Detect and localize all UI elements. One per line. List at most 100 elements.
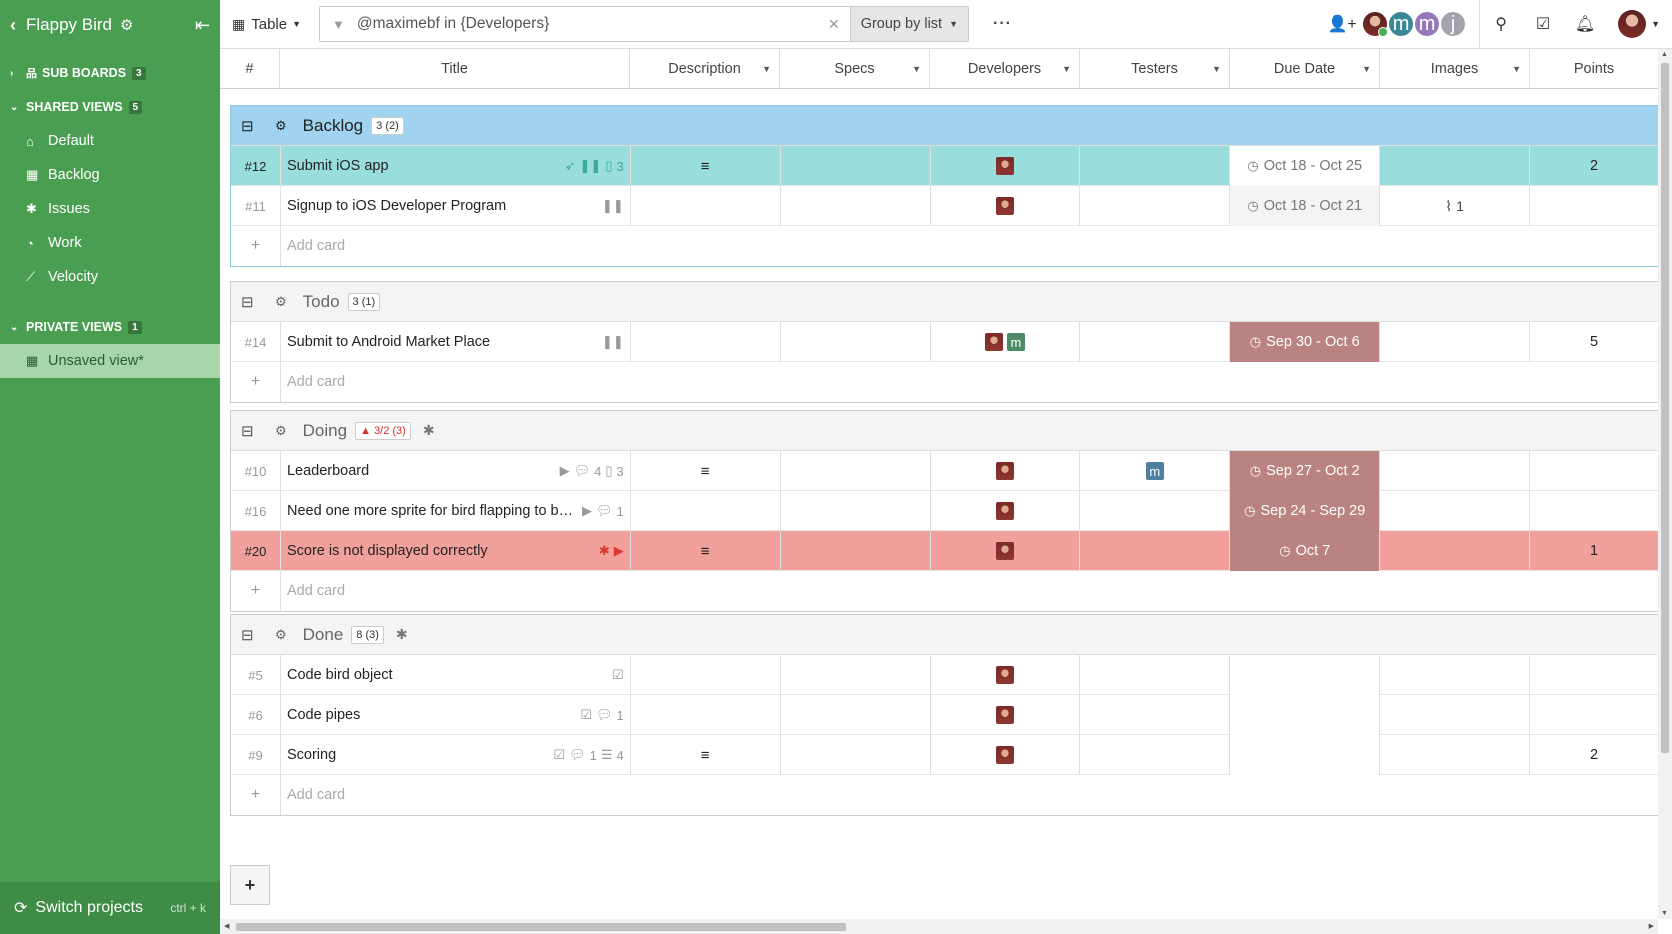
table-row[interactable]: #16 Need one more sprite for bird flappi…	[231, 491, 1658, 531]
testers-cell[interactable]	[1080, 491, 1231, 531]
table-row[interactable]: #11 Signup to iOS Developer Program ❚❚ ◷…	[231, 186, 1658, 226]
specs-cell[interactable]	[781, 186, 931, 226]
caret-down-icon[interactable]: ▼	[1062, 64, 1071, 74]
points-cell[interactable]	[1530, 491, 1658, 531]
description-cell[interactable]: ≡	[631, 531, 781, 571]
due-date-cell[interactable]: ◷ Sep 27 - Oct 2	[1230, 451, 1381, 491]
scroll-down-icon[interactable]: ▼	[1661, 910, 1668, 917]
images-cell[interactable]	[1380, 491, 1531, 531]
title-cell[interactable]: Signup to iOS Developer Program ❚❚	[281, 186, 631, 226]
title-cell[interactable]: Code pipes ☑ 💬︎ 1	[281, 695, 631, 735]
description-cell[interactable]	[631, 186, 781, 226]
title-cell[interactable]: Submit to Android Market Place ❚❚	[281, 322, 631, 362]
group-name[interactable]: Done	[303, 625, 344, 645]
add-list-button[interactable]: +	[230, 865, 270, 905]
scrollbar-thumb[interactable]	[236, 923, 846, 931]
specs-cell[interactable]	[781, 655, 931, 695]
column-header-images[interactable]: Images ▼	[1380, 49, 1530, 89]
project-name[interactable]: Flappy Bird	[26, 15, 112, 35]
title-cell[interactable]: Need one more sprite for bird flapping t…	[281, 491, 631, 531]
horizontal-scrollbar[interactable]: ◀ ▶	[220, 919, 1658, 934]
filter-input[interactable]: @maximebf in {Developers}	[357, 15, 828, 33]
scroll-up-icon[interactable]: ▲	[1661, 51, 1668, 58]
sidebar-item-unsaved-view[interactable]: ▦ Unsaved view*	[0, 344, 220, 378]
avatar[interactable]: m	[1387, 10, 1416, 38]
column-header-specs[interactable]: Specs ▼	[780, 49, 930, 89]
table-row[interactable]: #5 Code bird object ☑	[231, 655, 1658, 695]
more-options-icon[interactable]: ···	[993, 15, 1012, 33]
title-cell[interactable]: Submit iOS app ➶ ❚❚ ▯ 3	[281, 146, 631, 186]
description-cell[interactable]	[631, 491, 781, 531]
images-cell[interactable]	[1380, 735, 1531, 775]
due-date-cell[interactable]: ◷ Oct 18 - Oct 21	[1230, 186, 1381, 226]
avatar[interactable]	[1361, 10, 1390, 38]
add-card-row[interactable]: + Add card	[231, 226, 1658, 266]
table-row[interactable]: #10 Leaderboard ▶ 💬︎ 4 ▯ 3 ≡ m ◷ Sep 27 - O…	[231, 451, 1658, 491]
add-card-row[interactable]: + Add card	[231, 571, 1658, 611]
due-date-cell[interactable]: ◷ Sep 30 - Oct 6	[1230, 322, 1381, 362]
search-icon[interactable]: ⚲	[1480, 0, 1522, 49]
caret-down-icon[interactable]: ▼	[1362, 64, 1371, 74]
developers-cell[interactable]	[931, 735, 1081, 775]
collapse-sidebar-icon[interactable]: ⇤	[195, 15, 210, 36]
description-cell[interactable]	[631, 655, 781, 695]
group-name[interactable]: Backlog	[303, 116, 363, 136]
title-cell[interactable]: Code bird object ☑	[281, 655, 631, 695]
vertical-scrollbar[interactable]: ▲ ▼	[1658, 49, 1672, 919]
gear-icon[interactable]: ⚙	[275, 118, 287, 134]
points-cell[interactable]: 5	[1530, 322, 1658, 362]
due-date-cell[interactable]	[1230, 655, 1381, 695]
caret-down-icon[interactable]: ▼	[762, 64, 771, 74]
developers-cell[interactable]	[931, 491, 1081, 531]
developers-cell[interactable]: m	[931, 322, 1081, 362]
gear-icon[interactable]: ⚙	[275, 423, 287, 439]
due-date-cell[interactable]	[1230, 695, 1381, 735]
developers-cell[interactable]	[931, 146, 1081, 186]
title-cell[interactable]: Score is not displayed correctly ✱ ▶	[281, 531, 631, 571]
column-header-number[interactable]: #	[220, 49, 280, 89]
clear-filter-icon[interactable]: ✕	[828, 16, 840, 33]
due-date-cell[interactable]: ◷ Sep 24 - Sep 29	[1230, 491, 1381, 531]
images-cell[interactable]	[1380, 451, 1531, 491]
points-cell[interactable]: 1	[1530, 531, 1658, 571]
column-header-testers[interactable]: Testers ▼	[1080, 49, 1230, 89]
description-cell[interactable]: ≡	[631, 451, 781, 491]
bell-icon[interactable]: 🔔︎	[1564, 0, 1606, 49]
testers-cell[interactable]: m	[1080, 451, 1231, 491]
developers-cell[interactable]	[931, 695, 1081, 735]
due-date-cell[interactable]: ◷ Oct 18 - Oct 25	[1230, 146, 1381, 186]
avatar[interactable]: j	[1439, 10, 1468, 38]
table-row[interactable]: #9 Scoring ☑ 💬︎ 1 ☰ 4 ≡ 2	[231, 735, 1658, 775]
images-cell[interactable]	[1380, 655, 1531, 695]
points-cell[interactable]	[1530, 186, 1658, 226]
table-row[interactable]: #20 Score is not displayed correctly ✱ ▶…	[231, 531, 1658, 571]
table-row[interactable]: #14 Submit to Android Market Place ❚❚ m …	[231, 322, 1658, 362]
avatar[interactable]: m	[1413, 10, 1442, 38]
caret-down-icon[interactable]: ▼	[1212, 64, 1221, 74]
testers-cell[interactable]	[1080, 695, 1231, 735]
checkbox-icon[interactable]: ☑	[1522, 0, 1564, 49]
scroll-left-icon[interactable]: ◀	[224, 922, 229, 930]
user-menu[interactable]: ▼	[1606, 10, 1672, 38]
add-card-row[interactable]: + Add card	[231, 775, 1658, 815]
points-cell[interactable]	[1530, 655, 1658, 695]
specs-cell[interactable]	[781, 491, 931, 531]
developers-cell[interactable]	[931, 186, 1081, 226]
specs-cell[interactable]	[781, 695, 931, 735]
column-header-developers[interactable]: Developers ▼	[930, 49, 1080, 89]
column-header-points[interactable]: Points	[1530, 49, 1658, 89]
specs-cell[interactable]	[781, 146, 931, 186]
points-cell[interactable]	[1530, 451, 1658, 491]
images-cell[interactable]	[1380, 531, 1531, 571]
collapse-icon[interactable]: ⊟	[241, 626, 257, 644]
table-row[interactable]: #12 Submit iOS app ➶ ❚❚ ▯ 3 ≡ ◷ Oct 18 - O…	[231, 146, 1658, 186]
images-cell[interactable]	[1380, 322, 1531, 362]
add-user-icon[interactable]: 👤+	[1321, 0, 1363, 49]
testers-cell[interactable]	[1080, 322, 1231, 362]
caret-down-icon[interactable]: ▼	[1512, 64, 1521, 74]
collapse-icon[interactable]: ⊟	[241, 422, 257, 440]
gear-icon[interactable]: ⚙	[275, 294, 287, 310]
developers-cell[interactable]	[931, 451, 1081, 491]
specs-cell[interactable]	[781, 531, 931, 571]
testers-cell[interactable]	[1080, 655, 1231, 695]
